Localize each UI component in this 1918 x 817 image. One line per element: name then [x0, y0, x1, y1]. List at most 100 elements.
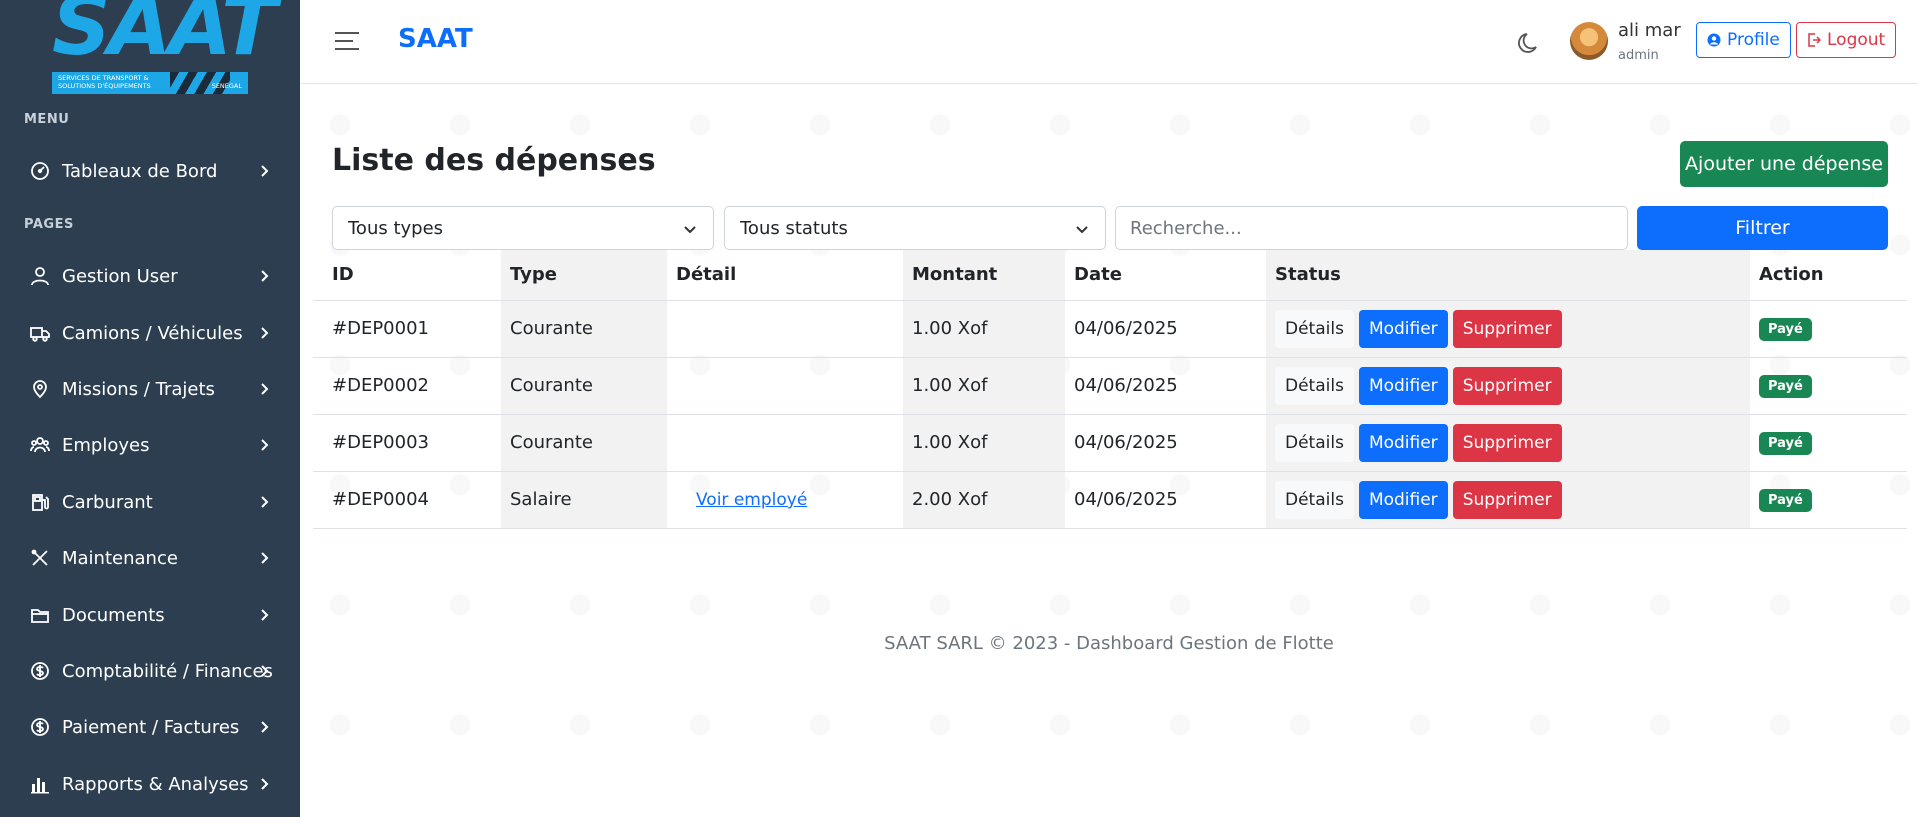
supprimer-button[interactable]: Supprimer: [1452, 309, 1562, 348]
brand-title[interactable]: SAAT: [398, 24, 473, 54]
details-button[interactable]: Détails: [1275, 309, 1354, 348]
cell-action: Payé: [1750, 300, 1907, 358]
chevron-right-icon: [261, 496, 269, 508]
sidebar-item-employes[interactable]: Employes: [0, 425, 300, 465]
cell-status-actions: Détails Modifier Supprimer: [1266, 357, 1750, 415]
logout-button[interactable]: Logout: [1796, 22, 1897, 58]
cell-id: #DEP0003: [313, 414, 501, 472]
logout-icon: [1808, 33, 1821, 47]
table-row: #DEP0003 Courante 1.00 Xof 04/06/2025 Dé…: [313, 414, 1907, 472]
cell-montant: 1.00 Xof: [903, 357, 1065, 415]
logo-country: Senegal: [211, 82, 242, 90]
details-button[interactable]: Détails: [1275, 423, 1354, 462]
cell-action: Payé: [1750, 357, 1907, 415]
chevron-right-icon: [261, 439, 269, 451]
saat-logo[interactable]: SAAT Services de transport & solutions d…: [50, 0, 277, 96]
sidebar-item-label: Comptabilité / Finances: [62, 660, 273, 682]
cell-date: 04/06/2025: [1065, 414, 1266, 472]
hamburger-menu-icon[interactable]: [334, 30, 360, 52]
modifier-button[interactable]: Modifier: [1358, 309, 1448, 348]
sidebar-item-missions[interactable]: Missions / Trajets: [0, 369, 300, 409]
sidebar: SAAT Services de transport & solutions d…: [0, 0, 300, 817]
sidebar-item-gestion-user[interactable]: Gestion User: [0, 256, 300, 296]
user-role: admin: [1618, 48, 1659, 63]
avatar[interactable]: [1570, 22, 1608, 60]
status-badge: Payé: [1759, 488, 1812, 512]
cell-status-actions: Détails Modifier Supprimer: [1266, 414, 1750, 472]
cell-date: 04/06/2025: [1065, 357, 1266, 415]
expenses-table: ID Type Détail Montant Date Status Actio…: [313, 250, 1907, 529]
sidebar-item-camions[interactable]: Camions / Véhicules: [0, 313, 300, 353]
cell-date: 04/06/2025: [1065, 300, 1266, 358]
supprimer-button[interactable]: Supprimer: [1452, 366, 1562, 405]
logout-button-label: Logout: [1827, 30, 1886, 50]
logo-tagline: Services de transport & solutions d'équi…: [58, 74, 151, 90]
sidebar-item-comptabilite[interactable]: Comptabilité / Finances: [0, 651, 300, 691]
column-header-status[interactable]: Status: [1266, 250, 1750, 301]
sidebar-item-label: Rapports & Analyses: [62, 773, 249, 795]
column-header-detail[interactable]: Détail: [667, 250, 903, 301]
cell-type: Courante: [501, 300, 667, 358]
tools-icon: [29, 547, 51, 569]
table-row: #DEP0001 Courante 1.00 Xof 04/06/2025 Dé…: [313, 300, 1907, 358]
type-filter-select[interactable]: Tous types: [332, 206, 714, 250]
table-row: #DEP0004 Salaire Voir employé 2.00 Xof 0…: [313, 471, 1907, 529]
status-filter-select[interactable]: Tous statuts: [724, 206, 1106, 250]
pages-section-label: PAGES: [24, 217, 74, 232]
sidebar-item-rapports[interactable]: Rapports & Analyses: [0, 764, 300, 804]
add-expense-button[interactable]: Ajouter une dépense: [1680, 141, 1888, 187]
user-icon: [29, 265, 51, 287]
filter-button[interactable]: Filtrer: [1637, 206, 1888, 250]
sidebar-item-label: Camions / Véhicules: [62, 322, 243, 344]
modifier-button[interactable]: Modifier: [1358, 366, 1448, 405]
type-filter-value: Tous types: [348, 217, 444, 239]
fuel-icon: [29, 491, 51, 513]
cell-status-actions: Détails Modifier Supprimer: [1266, 471, 1750, 529]
sidebar-item-paiement[interactable]: Paiement / Factures: [0, 707, 300, 747]
details-button[interactable]: Détails: [1275, 366, 1354, 405]
user-name: ali mar: [1618, 20, 1681, 41]
column-header-type[interactable]: Type: [501, 250, 667, 301]
status-badge: Payé: [1759, 317, 1812, 341]
modifier-button[interactable]: Modifier: [1358, 423, 1448, 462]
cell-detail: [667, 300, 903, 358]
cell-id: #DEP0004: [313, 471, 501, 529]
main-content: Liste des dépenses Ajouter une dépense T…: [300, 85, 1918, 817]
cell-detail: [667, 357, 903, 415]
column-header-montant[interactable]: Montant: [903, 250, 1065, 301]
chevron-right-icon: [261, 609, 269, 621]
menu-section-label: MENU: [24, 112, 70, 127]
supprimer-button[interactable]: Supprimer: [1452, 423, 1562, 462]
chevron-right-icon: [261, 327, 269, 339]
cell-status-actions: Détails Modifier Supprimer: [1266, 300, 1750, 358]
column-header-action[interactable]: Action: [1750, 250, 1907, 301]
dollar-circle-icon: [29, 660, 51, 682]
table-header-row: ID Type Détail Montant Date Status Actio…: [313, 250, 1907, 301]
details-button[interactable]: Détails: [1275, 480, 1354, 519]
sidebar-item-maintenance[interactable]: Maintenance: [0, 538, 300, 578]
cell-detail: [667, 414, 903, 472]
cell-action: Payé: [1750, 471, 1907, 529]
chevron-right-icon: [261, 552, 269, 564]
status-badge: Payé: [1759, 374, 1812, 398]
modifier-button[interactable]: Modifier: [1358, 480, 1448, 519]
cell-type: Courante: [501, 357, 667, 415]
column-header-date[interactable]: Date: [1065, 250, 1266, 301]
map-pin-icon: [29, 378, 51, 400]
sidebar-item-documents[interactable]: Documents: [0, 595, 300, 635]
sidebar-item-label: Missions / Trajets: [62, 378, 215, 400]
moon-icon[interactable]: [1516, 30, 1542, 56]
supprimer-button[interactable]: Supprimer: [1452, 480, 1562, 519]
cell-id: #DEP0001: [313, 300, 501, 358]
sidebar-item-label: Employes: [62, 434, 150, 456]
sidebar-item-carburant[interactable]: Carburant: [0, 482, 300, 522]
people-icon: [29, 434, 51, 456]
column-header-id[interactable]: ID: [313, 250, 501, 301]
sidebar-item-dashboard[interactable]: Tableaux de Bord: [0, 151, 300, 191]
search-input[interactable]: [1115, 206, 1628, 250]
view-employee-link[interactable]: Voir employé: [696, 490, 807, 510]
cell-type: Salaire: [501, 471, 667, 529]
chevron-down-icon: [1076, 226, 1088, 234]
sidebar-item-label: Paiement / Factures: [62, 716, 240, 738]
profile-button[interactable]: Profile: [1696, 22, 1791, 58]
